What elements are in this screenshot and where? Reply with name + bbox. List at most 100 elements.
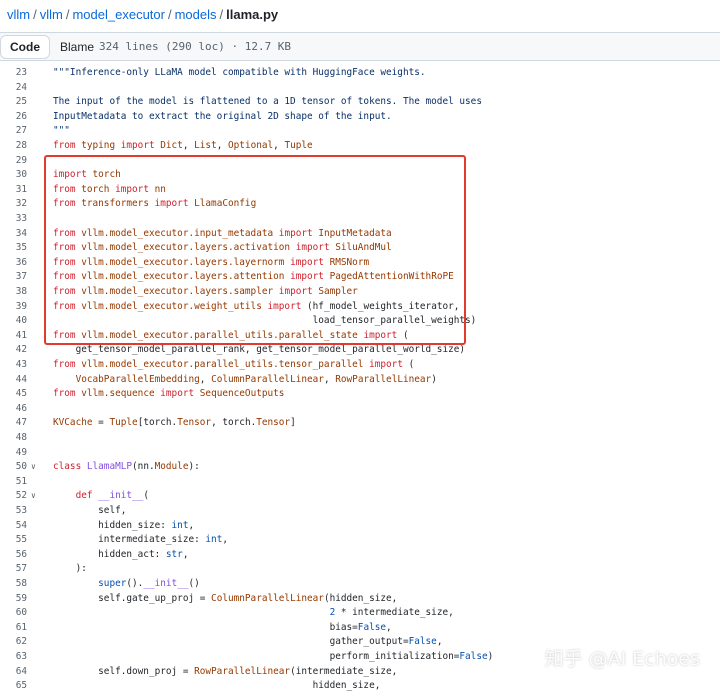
line-number[interactable]: 32 [0,197,27,212]
line-number[interactable]: 65 [0,679,27,693]
line-number[interactable]: 31 [0,183,27,198]
line-number[interactable]: 40 [0,314,27,329]
line-number[interactable]: 54 [0,519,27,534]
code-line: 43 from vllm.model_executor.parallel_util… [0,358,720,373]
code-token: Tensor [177,417,212,429]
code-token: from [53,359,82,370]
line-number[interactable]: 26 [0,110,27,125]
line-number[interactable]: 33 [0,212,27,227]
line-number[interactable]: 34 [0,227,27,242]
code-token: intermediate_size: [53,534,206,546]
line-number[interactable]: 41 [0,329,27,344]
code-line: 55 intermediate_size: int, [0,533,720,548]
line-number[interactable]: 23 [0,66,27,81]
line-number[interactable]: 28 [0,139,27,154]
code-token: , [182,548,189,560]
code-token: ): [188,461,200,473]
line-number[interactable]: 39 [0,300,27,315]
line-number[interactable]: 27 [0,124,27,139]
code-line: 42 get_tensor_model_parallel_rank, get_t… [0,343,720,358]
code-text: """Inference-only LLaMA model compatible… [53,66,426,81]
code-text: hidden_size, [53,679,381,693]
line-number[interactable]: 53 [0,504,27,519]
code-token: class [53,461,87,473]
code-text: super().__init__() [53,577,200,592]
line-number[interactable]: 49 [0,446,27,461]
code-text: class LlamaMLP(nn.Module): [53,460,200,475]
code-token: , [216,140,229,151]
code-text: """ [53,124,70,139]
line-number[interactable]: 46 [0,402,27,417]
code-token: self.down_proj = [53,665,195,677]
line-number[interactable]: 62 [0,635,27,650]
code-line: 28 from typing import Dict, List, Optiona… [0,139,720,154]
line-number[interactable]: 59 [0,592,27,607]
line-number[interactable]: 57 [0,562,27,577]
breadcrumb-link-vllm-repo[interactable]: vllm [7,7,30,22]
code-token: hidden_size: [53,519,172,531]
code-token: gather_output= [53,636,409,648]
code-token: from [53,388,82,400]
chevron-down-icon[interactable]: ∨ [31,460,36,475]
line-number[interactable]: 29 [0,154,27,169]
line-number[interactable]: 36 [0,256,27,271]
code-line: 61 bias=False, [0,621,720,636]
code-token: KVCache [53,417,99,429]
line-number[interactable]: 38 [0,285,27,300]
line-number[interactable]: 30 [0,168,27,183]
code-text: def __init__( [53,489,149,504]
blame-view-button[interactable]: Blame [50,35,104,59]
line-number[interactable]: 61 [0,621,27,636]
code-token: , [182,140,195,151]
line-number[interactable]: 64 [0,665,27,680]
code-token: VocabParallelEmbedding [75,373,200,385]
line-number[interactable]: 37 [0,270,27,285]
code-token: [torch. [137,417,178,429]
line-number[interactable]: 35 [0,241,27,256]
code-text: get_tensor_model_parallel_rank, get_tens… [53,343,465,358]
line-number[interactable]: 44 [0,373,27,388]
code-token: from [53,140,82,151]
code-token: (intermediate_size, [290,665,398,677]
line-number[interactable]: 43 [0,358,27,373]
code-text: perform_initialization=False) [53,650,494,665]
code-token: LlamaMLP [86,461,133,473]
line-number[interactable]: 50 [0,460,27,475]
line-number[interactable]: 58 [0,577,27,592]
line-number[interactable]: 60 [0,606,27,621]
code-token: def [75,490,99,502]
code-line: 58 super().__init__() [0,577,720,592]
code-token: ) [431,373,437,385]
code-text: 2 * intermediate_size, [53,606,454,621]
line-number[interactable]: 56 [0,548,27,563]
line-number[interactable]: 52 [0,489,27,504]
code-token: , [436,636,443,648]
breadcrumb-link-vllm[interactable]: vllm [40,7,63,22]
code-token: , [273,140,285,151]
code-token: RowParallelLinear [335,373,432,385]
code-view-button[interactable]: Code [0,35,50,59]
code-token: ColumnParallelLinear [211,373,324,385]
code-token: import [120,140,161,151]
line-number[interactable]: 51 [0,475,27,490]
line-number[interactable]: 55 [0,533,27,548]
code-line: 44 VocabParallelEmbedding, ColumnParalle… [0,373,720,388]
code-token: super [98,578,127,589]
code-text: The input of the model is flattened to a… [53,95,482,110]
line-number[interactable]: 45 [0,387,27,402]
watermark: 知乎 @AI Echoes [544,648,700,670]
line-number[interactable]: 24 [0,81,27,96]
line-number[interactable]: 42 [0,343,27,358]
line-number[interactable]: 63 [0,650,27,665]
line-number[interactable]: 47 [0,416,27,431]
code-token: , [188,519,195,531]
code-text: VocabParallelEmbedding, ColumnParallelLi… [53,373,437,388]
breadcrumb-link-model-executor[interactable]: model_executor [72,7,165,22]
chevron-down-icon[interactable]: ∨ [31,489,36,504]
line-number[interactable]: 25 [0,95,27,110]
line-number[interactable]: 48 [0,431,27,446]
code-line: 23 """Inference-only LLaMA model compatib… [0,66,720,81]
code-token: List [194,140,217,151]
breadcrumb-link-models[interactable]: models [175,7,217,22]
